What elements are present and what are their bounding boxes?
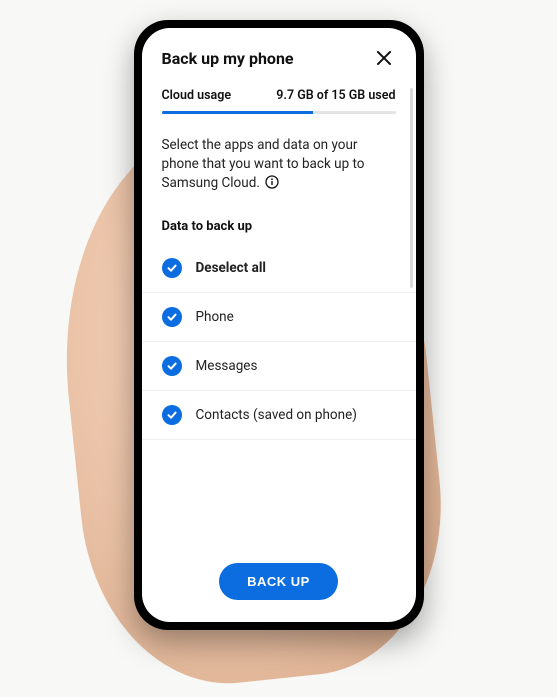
checkbox-checked-icon[interactable] [162,307,182,327]
deselect-all-row[interactable]: Deselect all [142,244,416,293]
cloud-usage-row: Cloud usage 9.7 GB of 15 GB used [142,82,416,109]
item-label: Deselect all [196,260,266,276]
backup-item-messages[interactable]: Messages [142,342,416,391]
phone-frame: Back up my phone Cloud usage 9.7 GB of 1… [134,20,424,630]
backup-item-phone[interactable]: Phone [142,293,416,342]
section-label: Data to back up [142,201,416,244]
checkbox-checked-icon[interactable] [162,405,182,425]
checkbox-checked-icon[interactable] [162,356,182,376]
item-label: Phone [196,309,234,325]
cloud-usage-value: 9.7 GB of 15 GB used [276,88,395,103]
backup-button[interactable]: BACK UP [219,563,338,600]
checkbox-checked-icon[interactable] [162,258,182,278]
header: Back up my phone [142,28,416,82]
scrollbar[interactable] [410,88,413,288]
cloud-usage-label: Cloud usage [162,88,232,103]
intro-text-content: Select the apps and data on your phone t… [162,137,365,191]
backup-items-list: Deselect all Phone Messages Contacts (sa… [142,244,416,549]
close-icon [376,50,392,66]
backup-item-contacts[interactable]: Contacts (saved on phone) [142,391,416,440]
screen: Back up my phone Cloud usage 9.7 GB of 1… [142,28,416,622]
item-label: Messages [196,358,258,374]
intro-text: Select the apps and data on your phone t… [142,114,416,201]
footer: BACK UP [142,549,416,622]
page-title: Back up my phone [162,49,294,68]
info-icon[interactable] [265,175,279,189]
item-label: Contacts (saved on phone) [196,407,357,423]
close-button[interactable] [372,46,396,70]
